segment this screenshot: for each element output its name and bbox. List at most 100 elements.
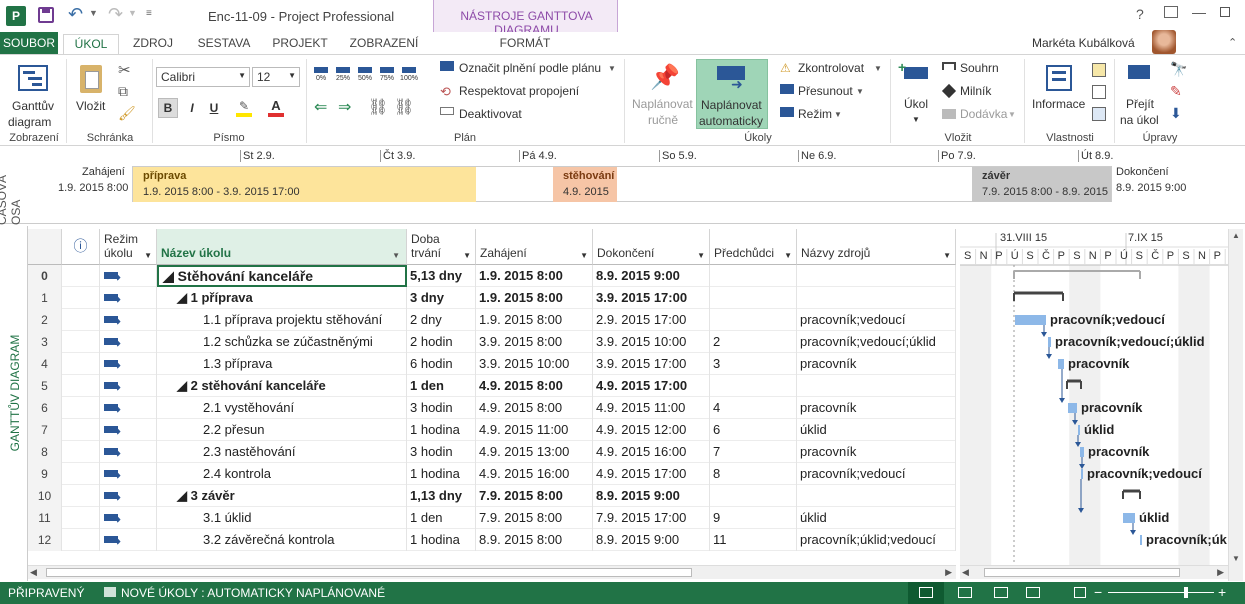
table-row[interactable]: 4 ➜ 1.3 příprava 6 hodin 3.9. 2015 10:00 3.9.… (28, 353, 956, 375)
pct-100-button[interactable]: 100% (400, 65, 418, 87)
deactivate-icon[interactable] (440, 107, 454, 115)
minimize-button[interactable]: — (1192, 4, 1206, 20)
save-icon[interactable] (38, 7, 54, 23)
chevron-down-icon[interactable]: ▼ (834, 110, 842, 119)
move-icon[interactable] (780, 84, 794, 94)
cell-id[interactable]: 10 (28, 485, 62, 507)
cell-pred[interactable]: 8 (710, 463, 797, 485)
indicator-cell[interactable] (62, 287, 100, 309)
add-to-timeline-icon[interactable] (1092, 107, 1106, 121)
table-row[interactable]: 8 ➜ 2.3 nastěhování 3 hodin 4.9. 2015 13:00 4… (28, 441, 956, 463)
cell-start[interactable]: 4.9. 2015 11:00 (476, 419, 593, 441)
col-header-start[interactable]: Zahájení ▼ (476, 229, 593, 265)
view-team-icon[interactable] (994, 587, 1008, 598)
unlink-icon[interactable]: ⛓ (394, 97, 414, 117)
mark-on-track-button[interactable]: Označit plnění podle plánu (459, 61, 601, 75)
mark-on-track-icon[interactable] (440, 61, 454, 71)
table-row[interactable]: 10 ➜ ◢ 3 závěr 1,13 dny 7.9. 2015 8:00 8.9. 2… (28, 485, 956, 507)
timeline-bar-stehovani[interactable]: stěhování 4.9. 2015 (553, 167, 617, 202)
task-mode-cell[interactable]: ➜ (100, 397, 157, 419)
respect-links-icon[interactable]: ⟲ (440, 84, 451, 100)
cell-start[interactable]: 4.9. 2015 8:00 (476, 375, 593, 397)
cell-id[interactable]: 9 (28, 463, 62, 485)
table-row[interactable]: 0 ➜ ◢ Stěhování kanceláře 5,13 dny 1.9. 2015… (28, 265, 956, 287)
cell-finish[interactable]: 7.9. 2015 17:00 (593, 507, 710, 529)
col-header-mode[interactable]: Režim úkolu ▼ (100, 229, 157, 265)
zoom-slider-thumb[interactable] (1184, 587, 1188, 598)
cell-finish[interactable]: 3.9. 2015 17:00 (593, 353, 710, 375)
cell-finish[interactable]: 8.9. 2015 9:00 (593, 529, 710, 551)
cell-finish[interactable]: 4.9. 2015 17:00 (593, 375, 710, 397)
undo-dropdown-icon[interactable]: ▼ (89, 8, 98, 18)
cell-finish[interactable]: 4.9. 2015 11:00 (593, 397, 710, 419)
timeline-bar-priprava[interactable]: příprava 1.9. 2015 8:00 - 3.9. 2015 17:0… (133, 167, 476, 202)
cell-finish[interactable]: 8.9. 2015 9:00 (593, 485, 710, 507)
find-icon[interactable]: 🔭 (1170, 61, 1187, 78)
cell-name[interactable]: 1.3 příprava (157, 353, 407, 375)
cell-start[interactable]: 1.9. 2015 8:00 (476, 309, 593, 331)
cell-finish[interactable]: 3.9. 2015 10:00 (593, 331, 710, 353)
table-row[interactable]: 1 ➜ ◢ 1 příprava 3 dny 1.9. 2015 8:00 3.9. 20… (28, 287, 956, 309)
task-mode-cell[interactable]: ➜ (100, 463, 157, 485)
cell-pred[interactable] (710, 287, 797, 309)
cell-dur[interactable]: 3 hodin (407, 397, 476, 419)
cell-dur[interactable]: 1 hodina (407, 463, 476, 485)
cell-res[interactable] (797, 287, 956, 309)
cell-id[interactable]: 3 (28, 331, 62, 353)
highlight-icon[interactable]: ✎ (236, 99, 252, 117)
scroll-left-icon[interactable]: ◀ (30, 567, 37, 578)
cell-id[interactable]: 0 (28, 265, 62, 287)
gantt-vertical-scrollbar[interactable]: ▲ ▼ (1228, 229, 1243, 581)
fill-icon[interactable]: ⬇ (1170, 105, 1182, 122)
scroll-up-icon[interactable]: ▲ (1232, 231, 1240, 240)
insert-task-button[interactable]: + Úkol ▼ (896, 59, 936, 129)
cell-dur[interactable]: 2 dny (407, 309, 476, 331)
cell-finish[interactable]: 3.9. 2015 17:00 (593, 287, 710, 309)
view-usage-icon[interactable] (958, 587, 972, 598)
cell-id[interactable]: 7 (28, 419, 62, 441)
cell-pred[interactable] (710, 265, 797, 287)
indicator-cell[interactable] (62, 463, 100, 485)
indicator-cell[interactable] (62, 397, 100, 419)
cell-id[interactable]: 12 (28, 529, 62, 551)
col-header-predecessors[interactable]: Předchůdci ▼ (710, 229, 797, 265)
milestone-icon[interactable] (941, 83, 957, 99)
cell-start[interactable]: 4.9. 2015 13:00 (476, 441, 593, 463)
cell-start[interactable]: 1.9. 2015 8:00 (476, 265, 593, 287)
cell-start[interactable]: 7.9. 2015 8:00 (476, 485, 593, 507)
cell-dur[interactable]: 1 hodina (407, 529, 476, 551)
bold-button[interactable]: B (158, 98, 178, 118)
summary-button[interactable]: Souhrn (960, 61, 999, 75)
cell-pred[interactable]: 3 (710, 353, 797, 375)
cell-pred[interactable]: 11 (710, 529, 797, 551)
mode-icon[interactable] (780, 107, 794, 117)
indicator-cell[interactable] (62, 331, 100, 353)
font-name-select[interactable]: Calibri ▼ (156, 67, 250, 87)
indicator-cell[interactable] (62, 419, 100, 441)
pct-50-button[interactable]: 50% (356, 65, 374, 87)
task-mode-cell[interactable]: ➜ (100, 309, 157, 331)
indicator-cell[interactable] (62, 441, 100, 463)
view-gantt-icon[interactable] (908, 582, 944, 604)
cell-id[interactable]: 8 (28, 441, 62, 463)
task-mode-cell[interactable]: ➜ (100, 287, 157, 309)
scroll-right-icon[interactable]: ▶ (945, 567, 952, 578)
cell-finish[interactable]: 4.9. 2015 17:00 (593, 463, 710, 485)
gantt-horizontal-scrollbar[interactable]: ◀ ▶ (960, 565, 1228, 579)
view-resource-icon[interactable] (1026, 587, 1040, 598)
cut-icon[interactable]: ✂ (118, 61, 131, 79)
cell-dur[interactable]: 5,13 dny (407, 265, 476, 287)
cell-start[interactable]: 8.9. 2015 8:00 (476, 529, 593, 551)
cell-res[interactable]: pracovník (797, 397, 956, 419)
table-row[interactable]: 9 ➜ 2.4 kontrola 1 hodina 4.9. 2015 16:00 4.9… (28, 463, 956, 485)
cell-finish[interactable]: 4.9. 2015 16:00 (593, 441, 710, 463)
chevron-down-icon[interactable]: ▼ (608, 64, 616, 73)
outdent-icon[interactable]: ⇐ (314, 97, 327, 117)
format-painter-icon[interactable]: 🖌 (118, 105, 136, 122)
task-mode-cell[interactable]: ➜ (100, 419, 157, 441)
cell-pred[interactable]: 7 (710, 441, 797, 463)
cell-name[interactable]: 1.1 příprava projektu stěhování (157, 309, 407, 331)
information-button[interactable]: Informace (1030, 59, 1088, 129)
cell-dur[interactable]: 1,13 dny (407, 485, 476, 507)
tab-file[interactable]: SOUBOR (0, 32, 58, 54)
